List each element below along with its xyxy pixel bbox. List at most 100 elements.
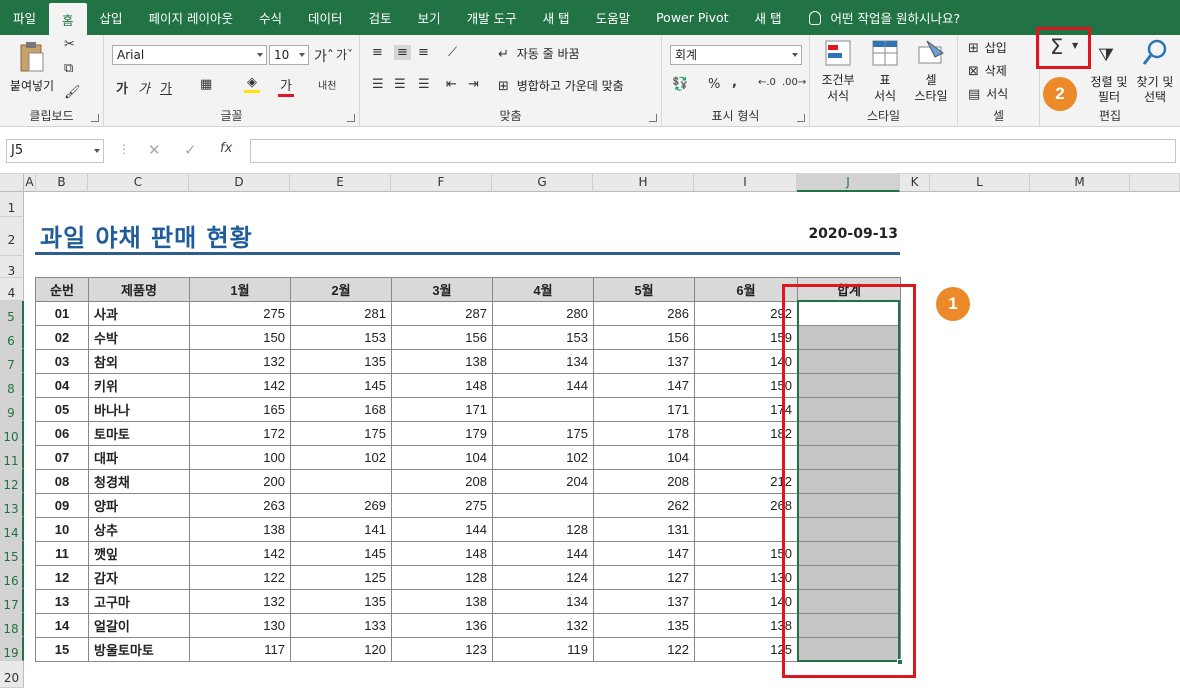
- align-top-icon[interactable]: ≡: [372, 45, 383, 60]
- tab-1[interactable]: 홈: [49, 3, 87, 35]
- month-value-cell[interactable]: 117: [189, 637, 291, 662]
- month-value-cell[interactable]: [290, 469, 392, 494]
- month-value-cell[interactable]: 131: [593, 517, 695, 542]
- product-name-cell[interactable]: 양파: [88, 493, 190, 518]
- font-size-select[interactable]: 10: [269, 45, 309, 65]
- font-shrink-icon[interactable]: 가ˇ: [336, 46, 353, 63]
- name-box[interactable]: J5: [6, 139, 104, 163]
- month-value-cell[interactable]: 144: [391, 517, 493, 542]
- month-value-cell[interactable]: 122: [593, 637, 695, 662]
- month-value-cell[interactable]: 128: [391, 565, 493, 590]
- column-header-g[interactable]: G: [492, 174, 593, 192]
- product-name-cell[interactable]: 참외: [88, 349, 190, 374]
- month-value-cell[interactable]: 208: [593, 469, 695, 494]
- month-value-cell[interactable]: 148: [391, 373, 493, 398]
- align-right-icon[interactable]: ☰: [418, 77, 430, 92]
- month-value-cell[interactable]: 137: [593, 589, 695, 614]
- product-name-cell[interactable]: 얼갈이: [88, 613, 190, 638]
- header-cell[interactable]: 2월: [290, 277, 392, 302]
- fill-color-icon[interactable]: ◈: [244, 75, 260, 93]
- month-value-cell[interactable]: 145: [290, 373, 392, 398]
- month-value-cell[interactable]: 135: [290, 589, 392, 614]
- month-value-cell[interactable]: 175: [290, 421, 392, 446]
- tab-3[interactable]: 페이지 레이아웃: [136, 0, 246, 35]
- row-number-cell[interactable]: 14: [35, 613, 89, 638]
- month-value-cell[interactable]: 104: [593, 445, 695, 470]
- month-value-cell[interactable]: [492, 397, 594, 422]
- month-value-cell[interactable]: 135: [290, 349, 392, 374]
- row-header-12[interactable]: 12: [0, 469, 24, 493]
- row-number-cell[interactable]: 10: [35, 517, 89, 542]
- row-number-cell[interactable]: 02: [35, 325, 89, 350]
- row-number-cell[interactable]: 07: [35, 445, 89, 470]
- currency-icon[interactable]: 💱: [672, 77, 688, 92]
- month-value-cell[interactable]: 144: [492, 541, 594, 566]
- column-header-i[interactable]: I: [694, 174, 797, 192]
- row-number-cell[interactable]: 01: [35, 301, 89, 326]
- row-number-cell[interactable]: 15: [35, 637, 89, 662]
- month-value-cell[interactable]: 133: [290, 613, 392, 638]
- number-launcher-icon[interactable]: [797, 114, 805, 122]
- row-header-14[interactable]: 14: [0, 517, 24, 541]
- italic-button[interactable]: 가: [138, 78, 150, 97]
- tab-2[interactable]: 삽입: [87, 0, 136, 35]
- column-header-j[interactable]: J: [797, 174, 900, 192]
- column-header-e[interactable]: E: [290, 174, 391, 192]
- month-value-cell[interactable]: 145: [290, 541, 392, 566]
- month-value-cell[interactable]: 141: [290, 517, 392, 542]
- enter-icon[interactable]: ✓: [184, 141, 197, 159]
- month-value-cell[interactable]: 286: [593, 301, 695, 326]
- tell-me-box[interactable]: 어떤 작업을 원하시나요?: [795, 0, 960, 35]
- percent-button[interactable]: %: [708, 77, 720, 92]
- column-header-m[interactable]: M: [1030, 174, 1130, 192]
- row-header-2[interactable]: 2: [0, 217, 24, 256]
- row-header-17[interactable]: 17: [0, 589, 24, 613]
- row-header-7[interactable]: 7: [0, 349, 24, 373]
- align-left-icon[interactable]: ☰: [372, 77, 384, 92]
- row-header-9[interactable]: 9: [0, 397, 24, 421]
- tab-10[interactable]: 도움말: [583, 0, 644, 35]
- month-value-cell[interactable]: 165: [189, 397, 291, 422]
- select-all-corner[interactable]: [0, 174, 24, 192]
- month-value-cell[interactable]: 153: [492, 325, 594, 350]
- month-value-cell[interactable]: 136: [391, 613, 493, 638]
- formula-input[interactable]: [250, 139, 1176, 163]
- row-number-cell[interactable]: 04: [35, 373, 89, 398]
- header-cell[interactable]: 5월: [593, 277, 695, 302]
- conditional-format-button[interactable]: 조건부 서식: [814, 39, 862, 105]
- month-value-cell[interactable]: 124: [492, 565, 594, 590]
- tab-6[interactable]: 검토: [356, 0, 405, 35]
- month-value-cell[interactable]: [492, 493, 594, 518]
- increase-decimal-icon[interactable]: ←.0: [758, 77, 776, 88]
- month-value-cell[interactable]: 208: [391, 469, 493, 494]
- month-value-cell[interactable]: 135: [593, 613, 695, 638]
- product-name-cell[interactable]: 청경채: [88, 469, 190, 494]
- month-value-cell[interactable]: 102: [492, 445, 594, 470]
- column-header-l[interactable]: L: [930, 174, 1030, 192]
- month-value-cell[interactable]: 138: [391, 589, 493, 614]
- month-value-cell[interactable]: 127: [593, 565, 695, 590]
- product-name-cell[interactable]: 키위: [88, 373, 190, 398]
- tab-0[interactable]: 파일: [0, 0, 49, 35]
- row-header-8[interactable]: 8: [0, 373, 24, 397]
- month-value-cell[interactable]: 122: [189, 565, 291, 590]
- insert-function-button[interactable]: fx: [220, 141, 232, 156]
- month-value-cell[interactable]: 132: [189, 349, 291, 374]
- product-name-cell[interactable]: 대파: [88, 445, 190, 470]
- row-header-20[interactable]: 20: [0, 661, 24, 688]
- row-number-cell[interactable]: 09: [35, 493, 89, 518]
- month-value-cell[interactable]: 178: [593, 421, 695, 446]
- tab-11[interactable]: Power Pivot: [643, 0, 741, 35]
- month-value-cell[interactable]: 138: [391, 349, 493, 374]
- tab-5[interactable]: 데이터: [295, 0, 356, 35]
- month-value-cell[interactable]: 144: [492, 373, 594, 398]
- month-value-cell[interactable]: 120: [290, 637, 392, 662]
- clipboard-launcher-icon[interactable]: [91, 114, 99, 122]
- month-value-cell[interactable]: 263: [189, 493, 291, 518]
- comma-button[interactable]: ,: [732, 75, 737, 90]
- bold-button[interactable]: 가: [116, 78, 128, 97]
- column-header-b[interactable]: B: [36, 174, 88, 192]
- column-header-d[interactable]: D: [189, 174, 290, 192]
- product-name-cell[interactable]: 상추: [88, 517, 190, 542]
- month-value-cell[interactable]: 171: [391, 397, 493, 422]
